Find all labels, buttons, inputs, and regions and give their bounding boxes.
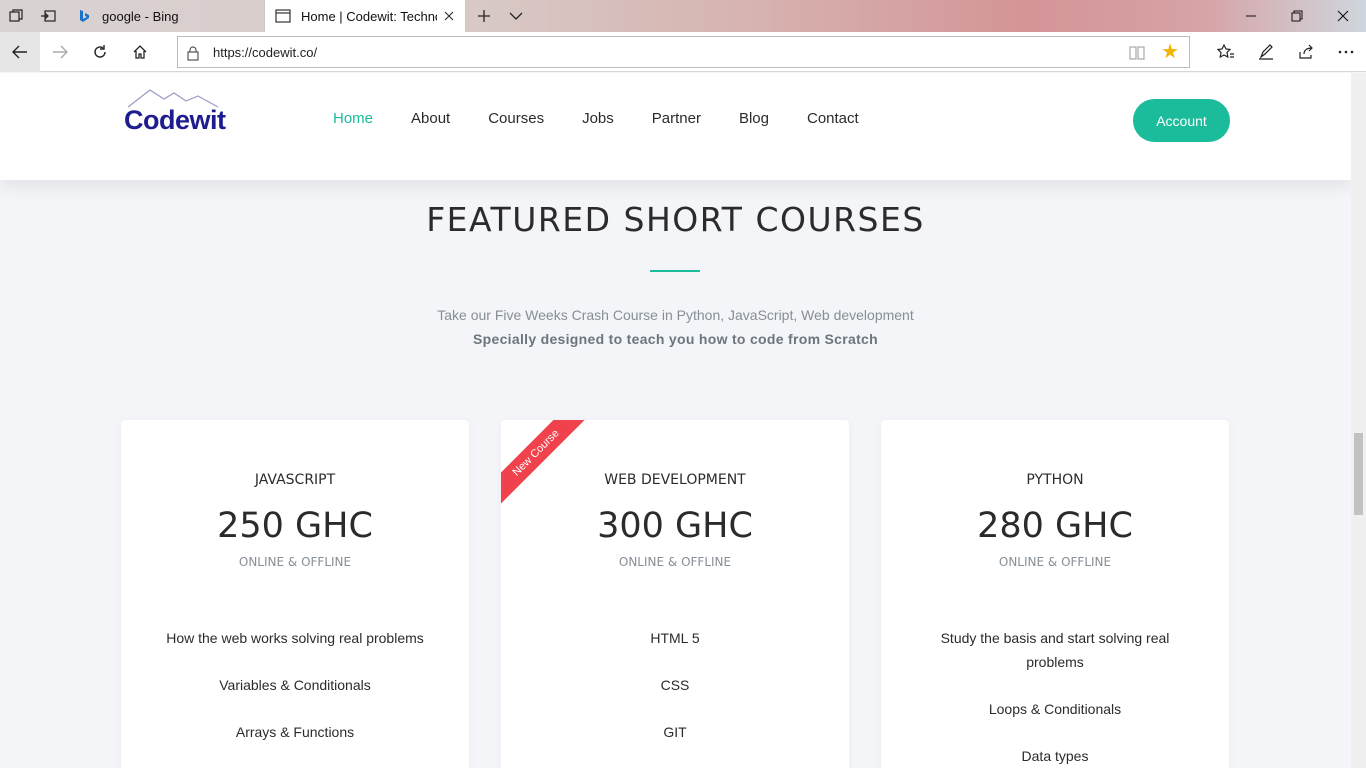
list-item: GIT	[663, 724, 687, 740]
restore-icon[interactable]	[1274, 0, 1320, 32]
list-item: Study the basis and start solving real p…	[940, 630, 1170, 670]
course-mode: ONLINE & OFFLINE	[998, 555, 1112, 569]
address-bar[interactable]: https://codewit.co/ ★	[177, 36, 1190, 68]
course-topics: Study the basis and start solving real p…	[911, 626, 1199, 768]
course-name: WEB DEVELOPMENT	[604, 472, 746, 488]
list-item: Loops & Conditionals	[988, 701, 1122, 717]
list-item: Data types	[1021, 748, 1089, 764]
list-item: How the web works solving real problems	[166, 630, 424, 646]
section-subtitle: Take our Five Weeks Crash Course in Pyth…	[437, 307, 914, 323]
course-topics: How the web works solving real problems …	[151, 626, 439, 767]
course-price: 300 GHC	[597, 506, 753, 546]
list-item: Arrays & Functions	[235, 724, 355, 740]
tab-manager-icon[interactable]	[0, 0, 32, 32]
course-price: 250 GHC	[217, 506, 373, 546]
more-options-icon[interactable]	[1326, 32, 1366, 72]
logo-text: Codewit	[124, 105, 226, 135]
course-mode: ONLINE & OFFLINE	[238, 555, 352, 569]
title-divider	[650, 270, 700, 272]
tab-title: Home | Codewit: Technology	[301, 8, 437, 24]
course-name: PYTHON	[1026, 472, 1084, 488]
page-viewport: Codewit Home About Courses Jobs Partner …	[0, 73, 1351, 768]
share-icon[interactable]	[1286, 32, 1326, 72]
home-icon[interactable]	[120, 32, 160, 72]
section-title: FEATURED SHORT COURSES	[426, 200, 925, 239]
lock-icon	[186, 45, 200, 61]
nav-home[interactable]: Home	[333, 110, 373, 127]
url-text: https://codewit.co/	[213, 45, 318, 60]
forward-icon[interactable]	[40, 32, 80, 72]
list-item: CSS	[660, 677, 690, 693]
minimize-icon[interactable]	[1228, 0, 1274, 32]
reading-view-icon[interactable]	[1129, 45, 1145, 61]
refresh-icon[interactable]	[80, 32, 120, 72]
list-item: Variables & Conditionals	[219, 677, 371, 693]
close-tab-icon[interactable]	[441, 8, 457, 24]
course-card-web-development[interactable]: New Course WEB DEVELOPMENT 300 GHC ONLIN…	[501, 420, 849, 768]
course-card-python[interactable]: PYTHON 280 GHC ONLINE & OFFLINE Study th…	[881, 420, 1229, 768]
course-price: 280 GHC	[977, 506, 1133, 546]
nav-partner[interactable]: Partner	[652, 110, 701, 127]
section-tagline: Specially designed to teach you how to c…	[473, 331, 878, 347]
list-item: HTML 5	[650, 630, 700, 646]
back-icon[interactable]	[0, 32, 40, 72]
codewit-logo[interactable]: Codewit	[124, 87, 226, 137]
scrollbar-thumb[interactable]	[1354, 433, 1363, 515]
nav-contact[interactable]: Contact	[807, 110, 859, 127]
site-header: Codewit Home About Courses Jobs Partner …	[0, 73, 1351, 180]
nav-about[interactable]: About	[411, 110, 450, 127]
set-tabs-aside-icon[interactable]	[32, 0, 64, 32]
favorite-star-icon[interactable]: ★	[1161, 42, 1179, 62]
course-card-javascript[interactable]: JAVASCRIPT 250 GHC ONLINE & OFFLINE How …	[121, 420, 469, 768]
tab-preview-chevron-icon[interactable]	[500, 0, 532, 32]
tab-codewit[interactable]: Home | Codewit: Technology	[264, 0, 466, 32]
new-tab-icon[interactable]	[468, 0, 500, 32]
account-button[interactable]: Account	[1133, 99, 1230, 142]
browser-tab-bar: google - Bing Home | Codewit: Technology	[0, 0, 1366, 32]
course-name: JAVASCRIPT	[254, 472, 336, 488]
course-topics: HTML 5 CSS GIT	[531, 626, 819, 767]
favorites-icon[interactable]	[1206, 32, 1246, 72]
course-mode: ONLINE & OFFLINE	[618, 555, 732, 569]
nav-jobs[interactable]: Jobs	[582, 110, 614, 127]
nav-blog[interactable]: Blog	[739, 110, 769, 127]
new-course-ribbon: New Course	[501, 420, 590, 507]
tab-bing[interactable]: google - Bing	[66, 0, 264, 32]
notes-pen-icon[interactable]	[1246, 32, 1286, 72]
close-window-icon[interactable]	[1320, 0, 1366, 32]
nav-courses[interactable]: Courses	[488, 110, 544, 127]
page-scrollbar[interactable]	[1351, 73, 1366, 768]
main-nav: Home About Courses Jobs Partner Blog Con…	[333, 110, 897, 127]
bing-icon	[76, 8, 92, 24]
browser-toolbar: https://codewit.co/ ★	[0, 32, 1366, 72]
tab-title: google - Bing	[102, 8, 179, 24]
page-icon	[275, 8, 291, 24]
